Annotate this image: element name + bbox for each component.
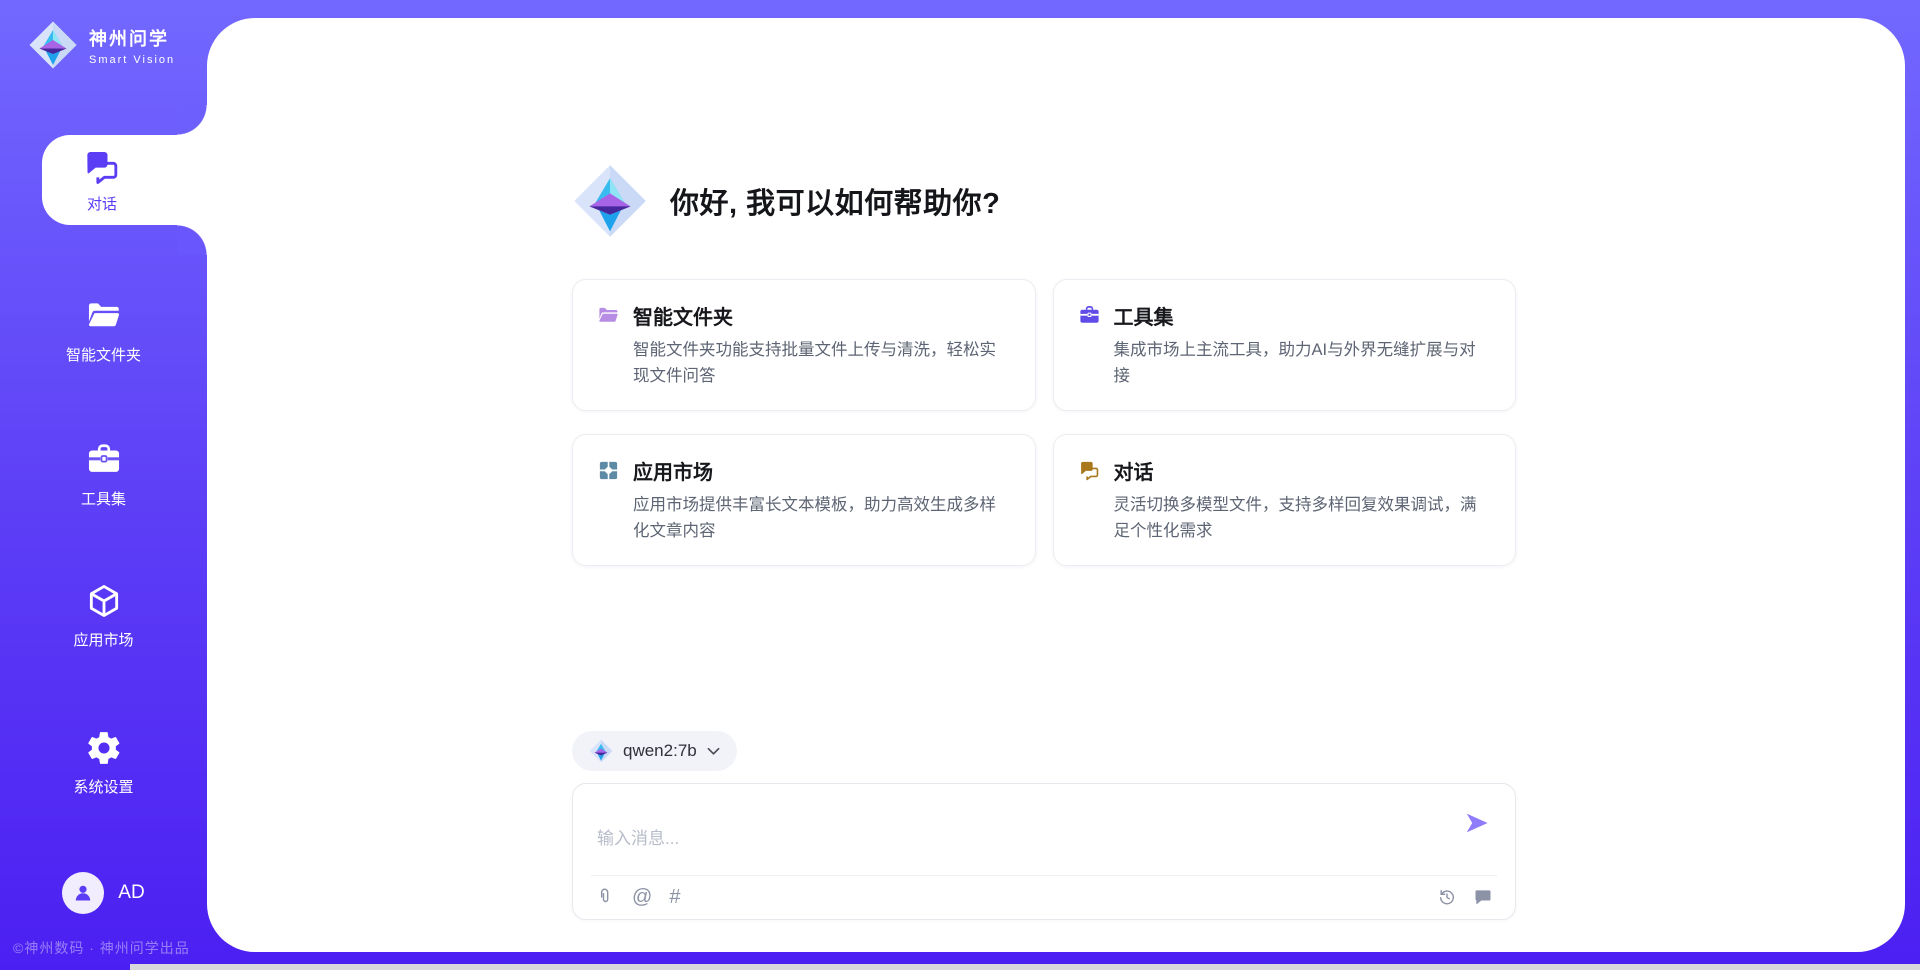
history-icon bbox=[1437, 887, 1457, 907]
model-selector[interactable]: qwen2:7b bbox=[572, 731, 737, 771]
chevron-down-icon bbox=[707, 747, 720, 756]
card-chat[interactable]: 对话 灵活切换多模型文件，支持多样回复效果调试，满足个性化需求 bbox=[1053, 434, 1517, 566]
brand-logo: 神州问学 Smart Vision bbox=[28, 20, 175, 70]
gear-icon bbox=[85, 729, 123, 767]
hashtag-icon: # bbox=[669, 887, 680, 907]
mention-icon: @ bbox=[632, 887, 652, 907]
paperclip-icon bbox=[595, 887, 615, 907]
sidebar-item-toolbox[interactable]: 工具集 bbox=[0, 441, 207, 509]
avatar bbox=[62, 872, 104, 914]
comment-icon bbox=[1473, 887, 1493, 907]
brand-subtitle: Smart Vision bbox=[89, 54, 175, 66]
card-description: 集成市场上主流工具，助力AI与外界无缝扩展与对接 bbox=[1114, 338, 1492, 389]
message-input[interactable] bbox=[573, 784, 1515, 872]
card-description: 灵活切换多模型文件，支持多样回复效果调试，满足个性化需求 bbox=[1114, 493, 1492, 544]
sidebar-item-label: 应用市场 bbox=[73, 629, 133, 650]
sidebar-item-label: 智能文件夹 bbox=[66, 344, 141, 365]
main-panel: 你好, 我可以如何帮助你? 智能文件夹 智能文件夹功能支持批量文件上传与清洗，轻… bbox=[207, 18, 1905, 952]
greeting-logo-icon bbox=[572, 163, 648, 239]
tab-fillet-bottom bbox=[177, 225, 207, 255]
sidebar-item-label: 系统设置 bbox=[73, 776, 133, 797]
card-smart-folder[interactable]: 智能文件夹 智能文件夹功能支持批量文件上传与清洗，轻松实现文件问答 bbox=[572, 279, 1036, 411]
toolbox-icon bbox=[85, 441, 123, 479]
sidebar-item-chat[interactable]: 对话 bbox=[42, 135, 217, 225]
card-title: 工具集 bbox=[1114, 301, 1174, 330]
feature-cards: 智能文件夹 智能文件夹功能支持批量文件上传与清洗，轻松实现文件问答 工具集 集成… bbox=[572, 279, 1516, 566]
sidebar-item-label: 对话 bbox=[87, 193, 117, 214]
card-title: 对话 bbox=[1114, 456, 1154, 485]
model-logo-icon bbox=[589, 739, 613, 763]
toolbox-icon bbox=[1078, 304, 1101, 327]
history-button[interactable] bbox=[1437, 887, 1457, 907]
mention-button[interactable]: @ bbox=[632, 887, 652, 907]
brand-logo-icon bbox=[28, 20, 78, 70]
card-description: 应用市场提供丰富长文本模板，助力高效生成多样化文章内容 bbox=[633, 493, 1011, 544]
greeting: 你好, 我可以如何帮助你? bbox=[572, 163, 1516, 239]
greeting-title: 你好, 我可以如何帮助你? bbox=[670, 180, 1000, 222]
sidebar-item-app-market[interactable]: 应用市场 bbox=[0, 582, 207, 650]
card-toolbox[interactable]: 工具集 集成市场上主流工具，助力AI与外界无缝扩展与对接 bbox=[1053, 279, 1517, 411]
send-icon bbox=[1464, 810, 1490, 836]
card-title: 智能文件夹 bbox=[633, 301, 733, 330]
sidebar: 神州问学 Smart Vision 对话 智能文件夹 工具集 bbox=[0, 0, 207, 970]
composer: @ # bbox=[572, 783, 1516, 920]
folder-icon bbox=[597, 304, 620, 327]
user-profile[interactable]: AD bbox=[0, 872, 207, 914]
composer-toolbar: @ # bbox=[573, 874, 1515, 919]
sidebar-item-settings[interactable]: 系统设置 bbox=[0, 729, 207, 797]
card-title: 应用市场 bbox=[633, 456, 713, 485]
sidebar-item-label: 工具集 bbox=[81, 488, 126, 509]
grid-icon bbox=[597, 459, 620, 482]
model-name: qwen2:7b bbox=[623, 741, 697, 761]
cube-icon bbox=[85, 582, 123, 620]
tab-fillet-top bbox=[177, 105, 207, 135]
send-button[interactable] bbox=[1463, 810, 1491, 838]
card-app-market[interactable]: 应用市场 应用市场提供丰富长文本模板，助力高效生成多样化文章内容 bbox=[572, 434, 1036, 566]
person-icon bbox=[71, 881, 95, 905]
horizontal-scrollbar[interactable] bbox=[130, 964, 1920, 970]
copyright-text: ©神州数码 · 神州问学出品 bbox=[13, 938, 190, 958]
sidebar-item-smart-folder[interactable]: 智能文件夹 bbox=[0, 297, 207, 365]
hashtag-button[interactable]: # bbox=[669, 887, 680, 907]
chat-icon bbox=[82, 147, 122, 187]
attach-file-button[interactable] bbox=[595, 887, 615, 907]
user-initials: AD bbox=[118, 882, 144, 904]
brand-name: 神州问学 bbox=[89, 25, 175, 51]
card-description: 智能文件夹功能支持批量文件上传与清洗，轻松实现文件问答 bbox=[633, 338, 1011, 389]
chat-icon bbox=[1078, 459, 1101, 482]
folder-icon bbox=[85, 297, 123, 335]
comment-button[interactable] bbox=[1473, 887, 1493, 907]
